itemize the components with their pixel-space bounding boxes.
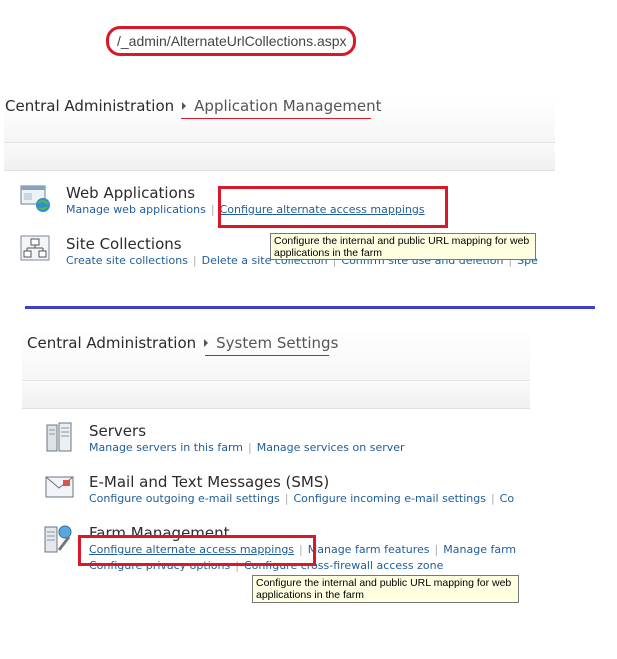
web-applications-title[interactable]: Web Applications: [66, 184, 195, 202]
url-highlight: /_admin/AlternateUrlCollections.aspx: [106, 26, 356, 56]
tooltip-bottom: Configure the internal and public URL ma…: [252, 575, 519, 603]
tooltip-top: Configure the internal and public URL ma…: [270, 233, 536, 260]
breadcrumb-arrow-icon: [182, 102, 187, 110]
manage-servers-link[interactable]: Manage servers in this farm: [89, 441, 243, 454]
email-more-link[interactable]: Co: [500, 492, 514, 505]
site-collections-title[interactable]: Site Collections: [66, 235, 182, 253]
manage-services-link[interactable]: Manage services on server: [257, 441, 405, 454]
email-icon: [44, 473, 74, 503]
create-site-collections-link[interactable]: Create site collections: [66, 254, 188, 267]
breadcrumb-current: System Settings: [216, 334, 339, 352]
breadcrumb-arrow-icon: [204, 339, 209, 347]
servers-icon: [44, 421, 74, 452]
breadcrumb-root[interactable]: Central Administration: [27, 334, 196, 352]
highlight-box-top: [218, 186, 448, 228]
servers-links: Manage servers in this farm | Manage servi…: [89, 441, 405, 454]
configure-incoming-email-link[interactable]: Configure incoming e-mail settings: [293, 492, 486, 505]
configure-outgoing-email-link[interactable]: Configure outgoing e-mail settings: [89, 492, 280, 505]
email-title[interactable]: E-Mail and Text Messages (SMS): [89, 473, 329, 491]
email-links: Configure outgoing e-mail settings | Confi…: [89, 492, 515, 505]
breadcrumb-root[interactable]: Central Administration: [5, 97, 174, 115]
servers-title[interactable]: Servers: [89, 422, 146, 440]
breadcrumb-current-underline: [181, 118, 371, 119]
manage-farm-features-link[interactable]: Manage farm features: [308, 543, 430, 556]
toolbar-band-bottom: [22, 381, 530, 409]
highlight-box-bottom: [78, 535, 316, 566]
url-text: /_admin/AlternateUrlCollections.aspx: [117, 33, 347, 49]
breadcrumb-current-underline: [205, 355, 329, 356]
toolbar-band-top: [4, 143, 555, 171]
farm-management-icon: [42, 522, 72, 553]
site-collections-icon: [20, 234, 50, 264]
manage-web-applications-link[interactable]: Manage web applications: [66, 203, 206, 216]
web-applications-icon: [20, 184, 50, 214]
breadcrumb-current: Application Management: [194, 97, 382, 115]
manage-farm-more-link[interactable]: Manage farm: [443, 543, 516, 556]
breadcrumb-top: Central Administration Application Manage…: [5, 97, 382, 115]
breadcrumb-bottom: Central Administration System Settings: [27, 334, 338, 352]
section-divider: [25, 306, 595, 309]
